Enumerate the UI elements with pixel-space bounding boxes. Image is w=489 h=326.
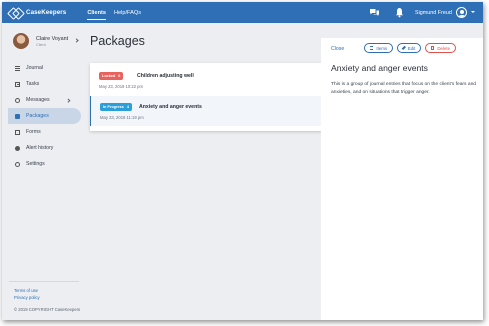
status-label: Locked	[102, 74, 116, 78]
pencil-icon	[401, 46, 406, 50]
close-button[interactable]: Close	[331, 46, 344, 52]
page-title: Packages	[90, 34, 145, 48]
package-detail-panel: Close Items Edit Delete Anxiety and ange…	[321, 38, 483, 320]
sidebar-item-packages[interactable]: Packages	[8, 108, 81, 124]
sidebar-menu: Journal Tasks Messages Packages Forms Al…	[2, 60, 82, 172]
bell-icon[interactable]	[395, 7, 404, 18]
status-badge: Locked 6	[99, 72, 124, 80]
sidebar-item-label: Packages	[26, 113, 49, 119]
package-title: Children adjusting well	[137, 73, 194, 79]
delete-button[interactable]: Delete	[425, 43, 456, 53]
client-name: Claire Voyant	[36, 36, 69, 42]
main-nav: Clients Help/FAQs	[83, 2, 145, 23]
app-logo[interactable]: CaseKeepers	[9, 8, 66, 18]
item-count: 6	[118, 74, 121, 78]
client-role: Client	[36, 43, 46, 47]
forms-icon	[15, 129, 20, 135]
packages-icon	[15, 113, 20, 119]
items-button[interactable]: Items	[364, 43, 393, 53]
app-window: CaseKeepers Clients Help/FAQs Sigmund Fr…	[2, 2, 483, 320]
trash-icon	[430, 46, 435, 50]
package-date: May 23, 2019 11:19 pm	[100, 115, 144, 120]
sidebar-item-alert-history[interactable]: Alert history	[2, 140, 82, 156]
chevron-down-icon[interactable]	[471, 11, 475, 13]
sidebar-item-tasks[interactable]: Tasks	[2, 76, 82, 92]
journal-icon	[15, 65, 20, 71]
package-title: Anxiety and anger events	[139, 104, 202, 110]
detail-title: Anxiety and anger events	[331, 63, 428, 73]
detail-description: This is a group of journal entries that …	[331, 82, 477, 95]
sidebar-item-journal[interactable]: Journal	[2, 60, 82, 76]
user-avatar-icon[interactable]	[456, 7, 467, 18]
package-card[interactable]: Locked 6 Children adjusting well May 23,…	[90, 65, 322, 95]
copyright: © 2019 COPYRIGHT CaseKeepers	[14, 307, 81, 312]
sidebar-item-messages[interactable]: Messages	[2, 92, 82, 108]
client-profile[interactable]: Claire Voyant Client	[13, 33, 83, 53]
sidebar-item-settings[interactable]: Settings	[2, 156, 82, 172]
settings-icon	[15, 161, 20, 167]
status-label: In Progress	[103, 105, 124, 109]
list-icon	[369, 46, 374, 50]
delete-button-label: Delete	[437, 45, 451, 51]
sidebar-item-label: Tasks	[26, 81, 40, 87]
sidebar-divider	[9, 281, 79, 282]
sidebar-item-forms[interactable]: Forms	[2, 124, 82, 140]
sidebar: Claire Voyant Client Journal Tasks Messa…	[2, 23, 82, 320]
terms-link[interactable]: Terms of use	[14, 288, 38, 293]
sidebar-item-label: Journal	[26, 65, 44, 71]
sidebar-item-label: Alert history	[26, 145, 54, 151]
chevron-right-icon	[66, 97, 71, 102]
sidebar-item-label: Messages	[26, 97, 50, 103]
tasks-icon	[15, 81, 20, 87]
package-date: May 23, 2019 10:22 pm	[99, 84, 143, 89]
items-button-label: Items	[376, 45, 388, 51]
chevron-right-icon[interactable]	[74, 38, 79, 43]
messages-icon	[15, 97, 20, 103]
sidebar-item-label: Forms	[26, 129, 41, 135]
user-name[interactable]: Sigmund Freud	[415, 10, 452, 16]
privacy-link[interactable]: Privacy policy	[14, 295, 40, 300]
sidebar-item-label: Settings	[26, 161, 45, 167]
app-name: CaseKeepers	[26, 9, 67, 16]
alert-icon	[15, 145, 20, 151]
item-count: 4	[126, 105, 130, 109]
top-navigation-bar: CaseKeepers Clients Help/FAQs Sigmund Fr…	[2, 2, 483, 23]
edit-button[interactable]: Edit	[397, 43, 421, 53]
nav-clients[interactable]: Clients	[83, 2, 110, 23]
logo-icon	[9, 8, 23, 18]
chat-icon[interactable]	[369, 8, 380, 17]
package-card-selected[interactable]: In Progress 4 Anxiety and anger events M…	[90, 96, 322, 126]
avatar	[13, 33, 29, 49]
status-badge: In Progress 4	[100, 103, 133, 111]
edit-button-label: Edit	[407, 45, 416, 51]
nav-help-faqs[interactable]: Help/FAQs	[110, 2, 145, 23]
packages-list: Locked 6 Children adjusting well May 23,…	[90, 63, 322, 131]
